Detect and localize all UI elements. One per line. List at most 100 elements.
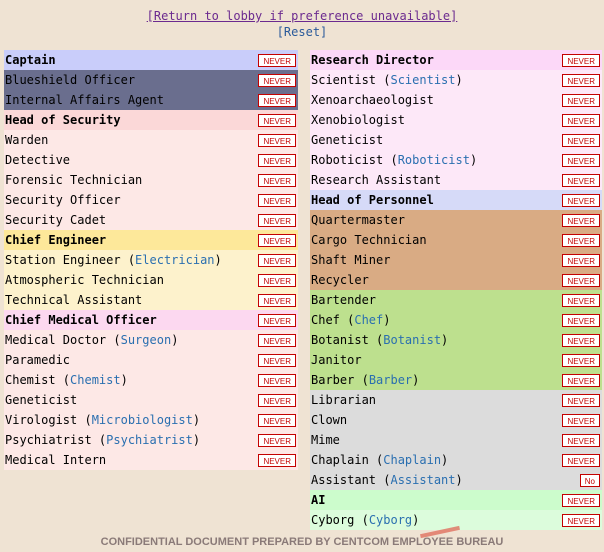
preference-button[interactable]: NEVER (258, 113, 296, 127)
alt-title-link[interactable]: Barber (369, 373, 412, 387)
alt-title-link[interactable]: Roboticist (398, 153, 470, 167)
preference-button[interactable]: NEVER (562, 433, 600, 447)
alt-title-close-paren: ) (120, 373, 128, 387)
job-title: Captain (5, 53, 56, 67)
alt-title-link[interactable]: Chef (354, 313, 383, 327)
preference-button[interactable]: NEVER (258, 293, 296, 307)
job-row-geneticist: Geneticist NEVER (310, 130, 602, 150)
job-row-geneticist: Geneticist NEVER (4, 390, 298, 410)
preference-button[interactable]: NEVER (258, 313, 296, 327)
job-row-head-of-personnel: Head of Personnel NEVER (310, 190, 602, 210)
preference-button[interactable]: NEVER (562, 273, 600, 287)
alt-title-link[interactable]: Botanist (383, 333, 441, 347)
job-row-head-of-security: Head of Security NEVER (4, 110, 298, 130)
job-row-mime: Mime NEVER (310, 430, 602, 450)
preference-button[interactable]: NEVER (258, 73, 296, 87)
preference-button[interactable]: NEVER (258, 393, 296, 407)
preference-button[interactable]: NEVER (562, 133, 600, 147)
preference-button[interactable]: NEVER (562, 213, 600, 227)
preference-button[interactable]: NEVER (562, 113, 600, 127)
alt-title-link[interactable]: Cyborg (369, 513, 412, 527)
job-label: Security Officer (5, 193, 121, 207)
job-row-roboticist: Roboticist (Roboticist) NEVER (310, 150, 602, 170)
preference-button[interactable]: No (579, 473, 600, 487)
preference-button[interactable]: NEVER (258, 353, 296, 367)
preference-button[interactable]: NEVER (562, 173, 600, 187)
alt-title-link[interactable]: Electrician (135, 253, 214, 267)
preference-button[interactable]: NEVER (562, 393, 600, 407)
job-title: Xenoarchaeologist (311, 93, 434, 107)
job-label: Research Assistant (311, 173, 441, 187)
alt-title-link[interactable]: Assistant (390, 473, 455, 487)
job-row-research-director: Research Director NEVER (310, 50, 602, 70)
return-to-lobby-link[interactable]: [Return to lobby if preference unavailab… (0, 8, 604, 24)
alt-title-link[interactable]: Surgeon (121, 333, 172, 347)
job-title: Medical Doctor (5, 333, 107, 347)
preference-button[interactable]: NEVER (258, 253, 296, 267)
job-row-shaft-miner: Shaft Miner NEVER (310, 250, 602, 270)
alt-title-close-paren: ) (412, 513, 420, 527)
job-row-librarian: Librarian NEVER (310, 390, 602, 410)
preference-button[interactable]: NEVER (258, 173, 296, 187)
job-label: Botanist (Botanist) (311, 333, 448, 347)
preference-button[interactable]: NEVER (562, 413, 600, 427)
job-title: Virologist (5, 413, 78, 427)
job-title: Internal Affairs Agent (5, 93, 164, 107)
preference-button[interactable]: NEVER (258, 433, 296, 447)
preference-button[interactable]: NEVER (258, 333, 296, 347)
job-row-security-officer: Security Officer NEVER (4, 190, 298, 210)
preference-button[interactable]: NEVER (258, 53, 296, 67)
preference-button[interactable]: NEVER (258, 373, 296, 387)
job-label: Clown (311, 413, 347, 427)
preference-button[interactable]: NEVER (562, 353, 600, 367)
preference-button[interactable]: NEVER (562, 153, 600, 167)
job-title: Research Director (311, 53, 434, 67)
preference-button[interactable]: NEVER (562, 293, 600, 307)
job-row-chaplain: Chaplain (Chaplain) NEVER (310, 450, 602, 470)
preference-button[interactable]: NEVER (562, 233, 600, 247)
preference-button[interactable]: NEVER (258, 193, 296, 207)
alt-title-link[interactable]: Chaplain (383, 453, 441, 467)
job-label: Geneticist (311, 133, 383, 147)
job-title: Chaplain (311, 453, 369, 467)
preference-button[interactable]: NEVER (562, 253, 600, 267)
job-label: Barber (Barber) (311, 373, 419, 387)
job-row-chef: Chef (Chef) NEVER (310, 310, 602, 330)
preference-button[interactable]: NEVER (562, 93, 600, 107)
alt-title-link[interactable]: Scientist (390, 73, 455, 87)
preference-button[interactable]: NEVER (562, 333, 600, 347)
preference-button[interactable]: NEVER (258, 453, 296, 467)
preference-button[interactable]: NEVER (258, 273, 296, 287)
job-title: Technical Assistant (5, 293, 143, 307)
preference-button[interactable]: NEVER (258, 153, 296, 167)
preference-button[interactable]: NEVER (562, 73, 600, 87)
reset-link[interactable]: [Reset] (0, 24, 604, 40)
job-label: Janitor (311, 353, 362, 367)
preference-button[interactable]: NEVER (258, 93, 296, 107)
preference-button[interactable]: NEVER (562, 493, 600, 507)
job-row-security-cadet: Security Cadet NEVER (4, 210, 298, 230)
job-label: Atmospheric Technician (5, 273, 164, 287)
job-title: Forensic Technician (5, 173, 143, 187)
job-title: Assistant (311, 473, 377, 487)
preference-button[interactable]: NEVER (258, 413, 296, 427)
alt-title-link[interactable]: Chemist (70, 373, 121, 387)
footer-text: CONFIDENTIAL DOCUMENT PREPARED BY CENTCO… (100, 536, 504, 548)
preference-button[interactable]: NEVER (562, 513, 600, 527)
alt-title-link[interactable]: Psychiatrist (106, 433, 193, 447)
preference-button[interactable]: NEVER (258, 133, 296, 147)
preference-button[interactable]: NEVER (258, 213, 296, 227)
job-title: Chemist (5, 373, 56, 387)
preference-button[interactable]: NEVER (562, 53, 600, 67)
preference-button[interactable]: NEVER (562, 313, 600, 327)
job-row-barber: Barber (Barber) NEVER (310, 370, 602, 390)
preference-button[interactable]: NEVER (562, 373, 600, 387)
preference-button[interactable]: NEVER (562, 453, 600, 467)
job-label: Librarian (311, 393, 376, 407)
preference-button[interactable]: NEVER (258, 233, 296, 247)
job-title: Mime (311, 433, 340, 447)
alt-title-link[interactable]: Microbiologist (92, 413, 193, 427)
alt-title-close-paren: ) (469, 153, 478, 167)
preference-button[interactable]: NEVER (562, 193, 600, 207)
job-title: Security Cadet (5, 213, 107, 227)
